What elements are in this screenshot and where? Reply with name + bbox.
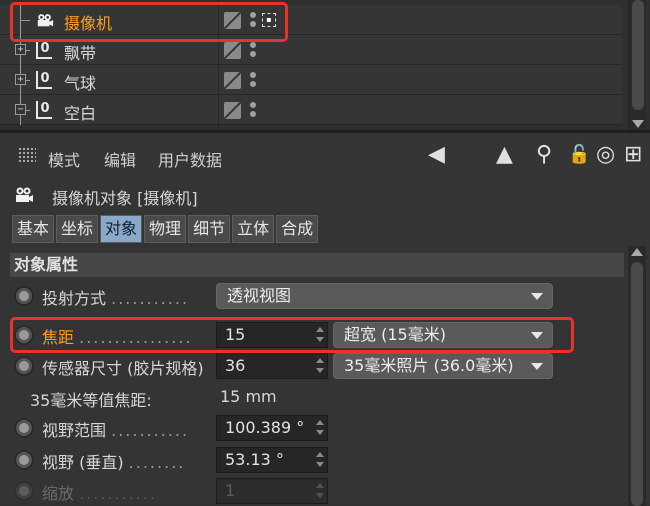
attribute-title-row: 摄像机对象 [摄像机] <box>0 180 650 210</box>
attribute-scrollbar[interactable] <box>628 246 646 506</box>
scroll-up-icon[interactable] <box>631 248 643 256</box>
projection-dropdown[interactable]: 透视视图 <box>216 283 553 309</box>
tab-details[interactable]: 细节 <box>188 215 231 243</box>
property-fov-vertical: 视野 (垂直) ........ 53.13 ° <box>10 445 624 475</box>
highlight-camera-row <box>10 2 288 42</box>
panel-grip-icon[interactable] <box>18 147 36 163</box>
object-name[interactable]: 气球 <box>64 70 96 94</box>
attribute-tabs: 基本 坐标 对象 物理 细节 立体 合成 <box>12 215 320 243</box>
tree-line: + <box>12 65 30 95</box>
target-icon[interactable]: ◎ <box>596 143 615 167</box>
tab-composition[interactable]: 合成 <box>276 215 319 243</box>
layer-checkbox-icon[interactable] <box>224 42 241 59</box>
equiv-focal-value: 15 mm <box>220 387 277 406</box>
leader-dots: ........... <box>111 421 190 440</box>
zoom-value: 1 <box>225 481 236 500</box>
leader-dots: ........... <box>111 289 190 308</box>
property-projection: 投射方式 ........... 透视视图 <box>10 281 624 311</box>
menu-mode[interactable]: 模式 <box>48 147 80 171</box>
menu-edit[interactable]: 编辑 <box>104 147 136 171</box>
object-row-balloon[interactable]: + 0 气球 <box>0 65 622 95</box>
expand-icon[interactable]: + <box>15 74 26 85</box>
fov-label: 视野范围 <box>42 421 107 440</box>
layer-checkbox-icon[interactable] <box>224 72 241 89</box>
fov-value: 100.389 ° <box>225 418 305 437</box>
property-fov: 视野范围 ........... 100.389 ° <box>10 413 624 443</box>
null-object-icon: 0 <box>36 41 52 59</box>
visibility-dots-icon[interactable] <box>250 42 258 59</box>
collapse-icon[interactable]: − <box>15 104 26 115</box>
null-object-icon: 0 <box>36 71 52 89</box>
property-zoom: 缩放 ........... 1 <box>10 476 624 506</box>
sensor-size-field[interactable]: 36 <box>216 353 328 379</box>
projection-label: 投射方式 <box>42 289 107 308</box>
zoom-label: 缩放 <box>42 484 75 503</box>
object-name[interactable]: 飘带 <box>64 40 96 64</box>
tree-line: − <box>12 95 30 125</box>
property-sensor-size: 传感器尺寸 (胶片规格) 36 35毫米照片 (36.0毫米) <box>10 351 624 381</box>
layer-checkbox-icon[interactable] <box>224 102 241 119</box>
expand-icon[interactable]: + <box>15 44 26 55</box>
scroll-down-icon[interactable] <box>632 120 644 128</box>
zoom-field: 1 <box>216 478 328 504</box>
animation-radio-icon[interactable] <box>14 450 34 470</box>
tab-physical[interactable]: 物理 <box>144 215 187 243</box>
property-equiv-focal: 35毫米等值焦距: 15 mm <box>10 383 624 413</box>
menu-user-data[interactable]: 用户数据 <box>158 147 222 171</box>
fov-field[interactable]: 100.389 ° <box>216 415 328 441</box>
animation-radio-icon[interactable] <box>14 418 34 438</box>
property-label: 缩放 ........... <box>42 480 157 504</box>
visibility-dots-icon[interactable] <box>250 102 258 119</box>
sensor-size-value: 36 <box>225 356 246 375</box>
tab-object[interactable]: 对象 <box>100 215 143 243</box>
leader-dots: ........ <box>128 453 186 472</box>
spinner-icon[interactable] <box>316 452 324 468</box>
new-panel-icon[interactable]: ⊞ <box>624 143 642 167</box>
fov-vertical-value: 53.13 ° <box>225 450 284 469</box>
animation-radio-icon <box>14 481 34 501</box>
spinner-icon[interactable] <box>316 420 324 436</box>
object-list-scrollbar[interactable] <box>628 0 646 130</box>
animation-radio-icon[interactable] <box>14 286 34 306</box>
object-title: 摄像机对象 [摄像机] <box>52 189 198 208</box>
tab-basic[interactable]: 基本 <box>12 215 55 243</box>
visibility-dots-icon[interactable] <box>250 72 258 89</box>
property-label: 视野 (垂直) ........ <box>42 449 185 473</box>
section-header: 对象属性 <box>10 253 624 277</box>
spinner-icon[interactable] <box>316 358 324 374</box>
camera-icon <box>16 187 33 202</box>
spinner-icon <box>316 483 324 499</box>
attribute-manager: 模式 编辑 用户数据 ◀ ▲ ⚲ 🔓 ◎ ⊞ 摄像机对象 [摄像机] 基本 坐标… <box>0 130 650 506</box>
animation-radio-icon[interactable] <box>14 356 34 376</box>
attribute-menubar: 模式 编辑 用户数据 ◀ ▲ ⚲ 🔓 ◎ ⊞ <box>0 133 650 180</box>
object-name[interactable]: 空白 <box>64 100 96 124</box>
null-object-icon: 0 <box>36 101 52 119</box>
object-row-empty[interactable]: − 0 空白 <box>0 95 622 125</box>
sensor-preset-dropdown[interactable]: 35毫米照片 (36.0毫米) <box>333 353 553 379</box>
equiv-focal-label: 35毫米等值焦距: <box>30 391 152 410</box>
fov-vertical-field[interactable]: 53.13 ° <box>216 447 328 473</box>
lock-icon[interactable]: 🔓 <box>568 143 590 167</box>
search-icon[interactable]: ⚲ <box>536 143 552 167</box>
sensor-size-label: 传感器尺寸 (胶片规格) <box>42 359 204 378</box>
tab-stereo[interactable]: 立体 <box>232 215 275 243</box>
fov-vertical-label: 视野 (垂直) <box>42 453 124 472</box>
back-arrow-icon[interactable]: ◀ <box>428 143 445 167</box>
highlight-focal-length-row <box>10 317 574 353</box>
object-manager: 摄像机 ▪ + 0 飘带 + 0 气球 − 0 空白 <box>0 0 650 130</box>
property-label: 视野范围 ........... <box>42 417 189 441</box>
property-label: 投射方式 ........... <box>42 285 189 309</box>
up-arrow-icon[interactable]: ▲ <box>496 143 513 167</box>
tab-coordinates[interactable]: 坐标 <box>56 215 99 243</box>
leader-dots: ........... <box>79 484 158 503</box>
